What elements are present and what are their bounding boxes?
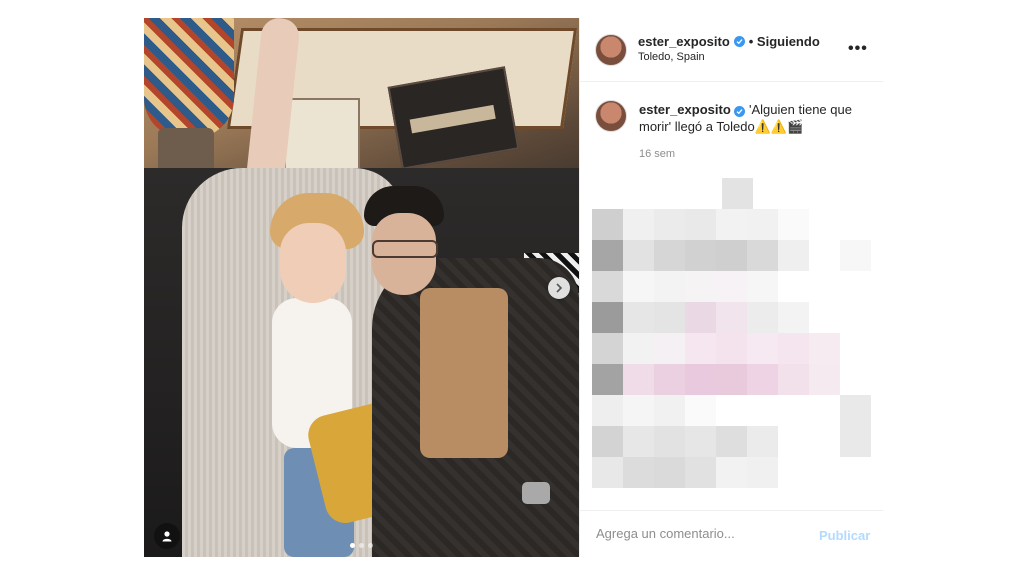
publish-button[interactable]: Publicar	[819, 528, 870, 543]
photo-lamp	[144, 18, 234, 138]
username-line: ester_exposito • Siguiendo	[638, 34, 820, 49]
post-sidebar: ester_exposito • Siguiendo Toledo, Spain…	[579, 18, 883, 557]
post-photo[interactable]	[144, 18, 579, 557]
carousel-dot	[350, 543, 355, 548]
photo-glasses	[372, 240, 438, 258]
follow-status[interactable]: • Siguiendo	[749, 34, 820, 49]
avatar[interactable]	[595, 100, 627, 132]
verified-badge-icon	[734, 106, 746, 117]
verified-badge-icon	[733, 36, 745, 47]
caption-username[interactable]: ester_exposito	[639, 102, 731, 117]
caption-text: ester_exposito 'Alguien tiene que morir'…	[639, 101, 879, 135]
photo-watch	[522, 482, 550, 504]
carousel-dot	[368, 543, 373, 548]
photo-book-band	[409, 104, 496, 134]
chevron-right-icon[interactable]	[548, 277, 570, 299]
more-horizontal-icon[interactable]: •••	[848, 40, 868, 58]
photo-face-woman	[280, 223, 346, 303]
comment-bar: Publicar	[580, 510, 883, 558]
post-header: ester_exposito • Siguiendo Toledo, Spain…	[580, 18, 883, 82]
pixelated-comments-region	[592, 178, 882, 498]
comment-input[interactable]	[594, 525, 798, 542]
carousel-dot	[359, 543, 364, 548]
carousel-indicator	[144, 543, 579, 548]
post-timestamp[interactable]: 16 sem	[639, 148, 675, 160]
photo-tshirt	[420, 288, 508, 458]
username[interactable]: ester_exposito	[638, 34, 730, 49]
avatar[interactable]	[595, 34, 627, 66]
instagram-post: ester_exposito • Siguiendo Toledo, Spain…	[144, 18, 883, 557]
location-link[interactable]: Toledo, Spain	[638, 51, 705, 63]
